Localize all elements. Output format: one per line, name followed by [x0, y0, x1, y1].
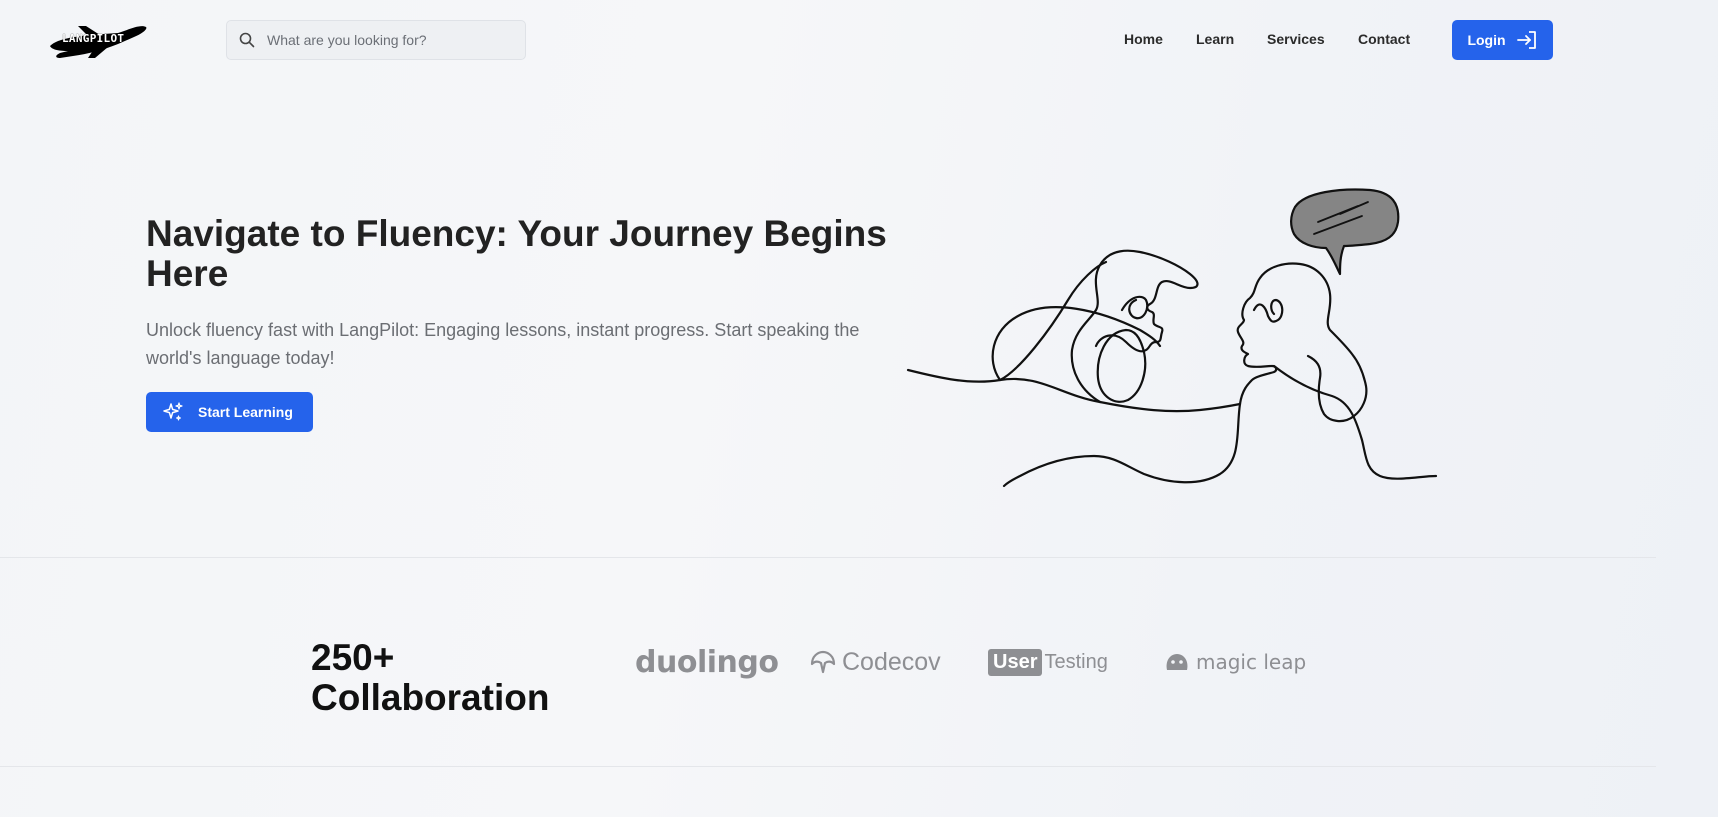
- duolingo-wordmark: duolingo: [635, 644, 779, 680]
- brand-duolingo: duolingo: [635, 640, 779, 684]
- section-divider-top: [0, 557, 1656, 558]
- magicleap-face-icon: [1166, 654, 1188, 670]
- nav-services[interactable]: Services: [1267, 31, 1325, 47]
- login-button[interactable]: Login: [1452, 20, 1553, 60]
- search-input[interactable]: [267, 32, 507, 48]
- usertesting-wordmark: Testing: [1044, 650, 1108, 673]
- sparkles-icon: [163, 402, 183, 421]
- codecov-umbrella-icon: [810, 650, 836, 674]
- search-bar[interactable]: [226, 20, 526, 60]
- start-learning-label: Start Learning: [198, 404, 293, 420]
- logo[interactable]: LANGPILOT: [48, 20, 148, 60]
- speech-bubble-icon: [1290, 188, 1400, 276]
- conversation-line-illustration: [906, 188, 1438, 488]
- usertesting-box: User: [988, 648, 1043, 676]
- logo-text: LANGPILOT: [62, 32, 125, 45]
- brand-codecov: Codecov: [810, 640, 941, 684]
- start-learning-button[interactable]: Start Learning: [146, 392, 313, 432]
- search-icon: [239, 32, 255, 48]
- codecov-wordmark: Codecov: [842, 647, 941, 676]
- login-label: Login: [1467, 32, 1506, 48]
- brand-magicleap: magic leap: [1164, 640, 1306, 684]
- section-divider-bottom: [0, 766, 1656, 767]
- nav-home[interactable]: Home: [1124, 31, 1163, 47]
- header: LANGPILOT Home Learn Services Contact Lo…: [0, 0, 1718, 80]
- login-arrow-icon: [1516, 31, 1536, 49]
- collab-count: 250+: [311, 637, 395, 678]
- hero-title: Navigate to Fluency: Your Journey Begins…: [146, 213, 887, 294]
- magicleap-wordmark: magic leap: [1196, 650, 1307, 674]
- nav-learn[interactable]: Learn: [1196, 31, 1234, 47]
- nav-contact[interactable]: Contact: [1358, 31, 1410, 47]
- hero-subtitle: Unlock fluency fast with LangPilot: Enga…: [146, 320, 860, 368]
- brand-usertesting: User Testing: [988, 640, 1108, 684]
- collab-label: Collaboration: [311, 677, 550, 718]
